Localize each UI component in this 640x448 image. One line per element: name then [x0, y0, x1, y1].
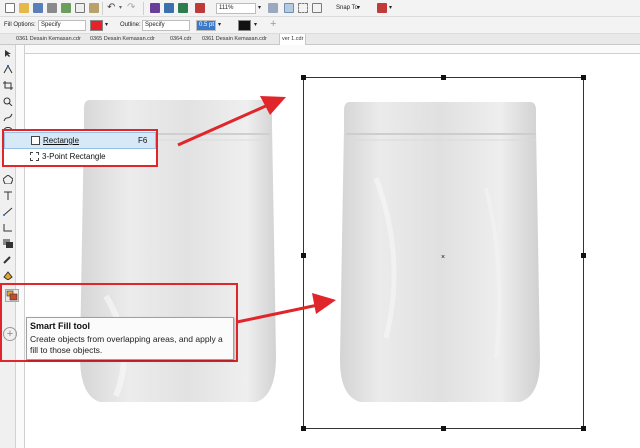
- annotation-arrows: [177, 96, 336, 324]
- annotation-arrow-lower: [236, 293, 336, 324]
- annotation-arrow-upper: [177, 96, 286, 147]
